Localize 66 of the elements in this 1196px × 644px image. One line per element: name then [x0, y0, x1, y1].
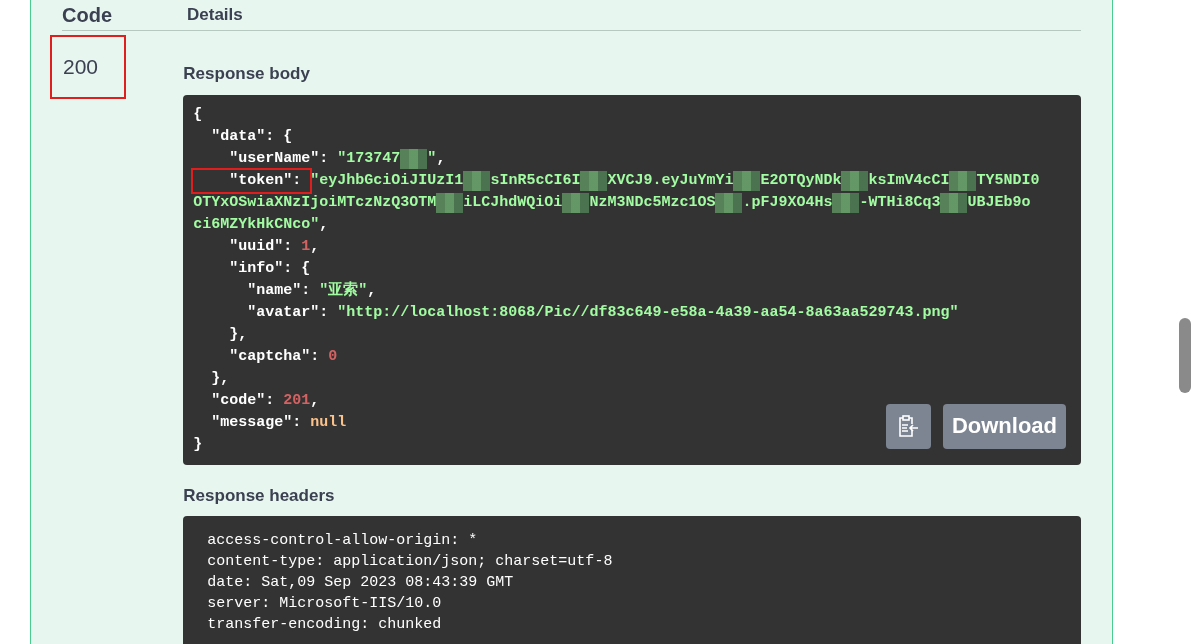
json-value: NzM3NDc5Mzc1OS	[589, 192, 716, 213]
json-key: ,	[436, 147, 446, 170]
json-value: sInR5cCI6I	[490, 170, 581, 191]
copy-button[interactable]	[885, 403, 931, 449]
json-key: "code":	[193, 389, 284, 412]
json-key: "captcha":	[193, 345, 329, 368]
json-value: XVCJ9.eyJuYmYi	[607, 170, 734, 191]
json-key: ,	[310, 235, 320, 258]
header-line: access-control-allow-origin: *	[207, 531, 479, 551]
status-code: 200	[50, 35, 126, 99]
json-value: 0	[328, 346, 338, 367]
json-value: "173747	[337, 148, 401, 169]
scrollbar-thumb[interactable]	[1179, 318, 1191, 393]
json-value: null	[310, 412, 347, 433]
mosaic-mask	[715, 192, 743, 213]
json-value: 201	[283, 390, 311, 411]
json-key: "avatar":	[193, 301, 338, 324]
header-line: content-type: application/json; charset=utf-8	[207, 552, 614, 572]
column-header: Details	[187, 4, 243, 27]
download-button[interactable]: Download	[942, 403, 1066, 449]
mosaic-mask	[400, 148, 428, 169]
json-key: },	[193, 367, 230, 390]
json-value: "eyJhbGciOiJIUzI1	[310, 170, 464, 191]
json-key: "message":	[193, 411, 311, 434]
mosaic-mask	[841, 170, 869, 191]
json-value: E2OTQyNDk	[760, 170, 842, 191]
json-value: 1	[301, 236, 311, 257]
mosaic-mask	[832, 192, 860, 213]
json-value: OTYxOSwiaXNzIjoiMTczNzQ3OTM	[193, 192, 437, 213]
json-key: ,	[310, 389, 320, 412]
json-value: "http://localhost:8068/Pic//df83c649-e58a-4a39-aa54-8a63aa529743.png"	[337, 302, 959, 323]
mosaic-mask	[436, 192, 464, 213]
json-value: iLCJhdWQiOi	[463, 192, 563, 213]
mosaic-mask	[463, 170, 491, 191]
mosaic-mask	[949, 170, 977, 191]
clipboard-icon	[897, 414, 920, 438]
json-key: "name":	[193, 279, 320, 302]
json-key: {	[193, 103, 203, 126]
mosaic-mask	[940, 192, 968, 213]
mosaic-mask	[562, 192, 590, 213]
json-value: .pFJ9XO4Hs	[742, 192, 833, 213]
section-title: Response headers	[183, 484, 336, 507]
mosaic-mask	[580, 170, 608, 191]
section-title: Response body	[183, 63, 311, 85]
json-key: },	[193, 323, 248, 346]
header-line: date: Sat,09 Sep 2023 08:43:39 GMT	[207, 573, 515, 593]
json-key: "data": {	[193, 125, 293, 148]
json-key: {	[301, 257, 311, 280]
header-line: transfer-encoding: chunked	[207, 615, 443, 635]
json-key: ,	[319, 213, 329, 236]
json-value: TY5NDI0	[976, 170, 1040, 191]
json-key: "uuid":	[193, 235, 302, 258]
json-key: "userName":	[193, 147, 338, 170]
json-value: "亚索"	[319, 280, 368, 301]
json-key: "token":	[193, 169, 311, 192]
json-value: UBJEb9o	[967, 192, 1031, 213]
json-value: ksImV4cCI	[868, 170, 950, 191]
mosaic-mask	[733, 170, 761, 191]
json-value: ci6MZYkHkCNco"	[193, 214, 320, 235]
json-value: "	[427, 148, 437, 169]
header-line: server: Microsoft-IIS/10.0	[207, 594, 443, 614]
json-value: -WTHi8Cq3	[859, 192, 941, 213]
json-key: "info":	[193, 257, 302, 280]
json-key: }	[193, 433, 203, 456]
column-header: Code	[62, 3, 113, 28]
json-key: ,	[367, 279, 377, 302]
